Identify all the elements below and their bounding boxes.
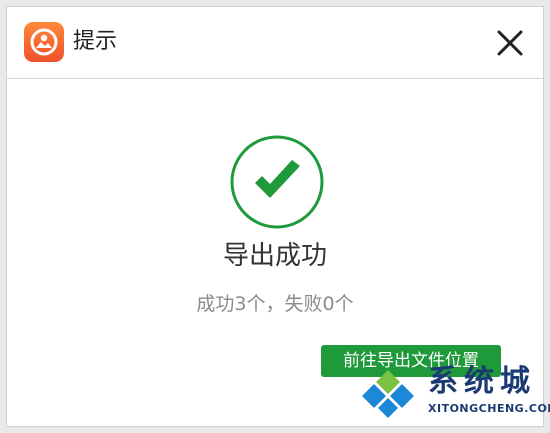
- open-export-folder-button[interactable]: 前往导出文件位置: [321, 345, 501, 377]
- status-detail: 成功3个，失败0个: [196, 293, 354, 315]
- status-title: 导出成功: [222, 241, 327, 271]
- dialog-title: 提示: [73, 29, 118, 54]
- checkmark-circle-icon: [229, 134, 325, 230]
- export-result-dialog: 提示 导出成功 成功3个，失败0个 前往导出文件位置: [6, 6, 544, 427]
- dialog-titlebar: 提示: [7, 7, 543, 79]
- close-icon: [497, 30, 523, 56]
- photo-app-icon: [24, 22, 64, 62]
- close-button[interactable]: [491, 24, 529, 62]
